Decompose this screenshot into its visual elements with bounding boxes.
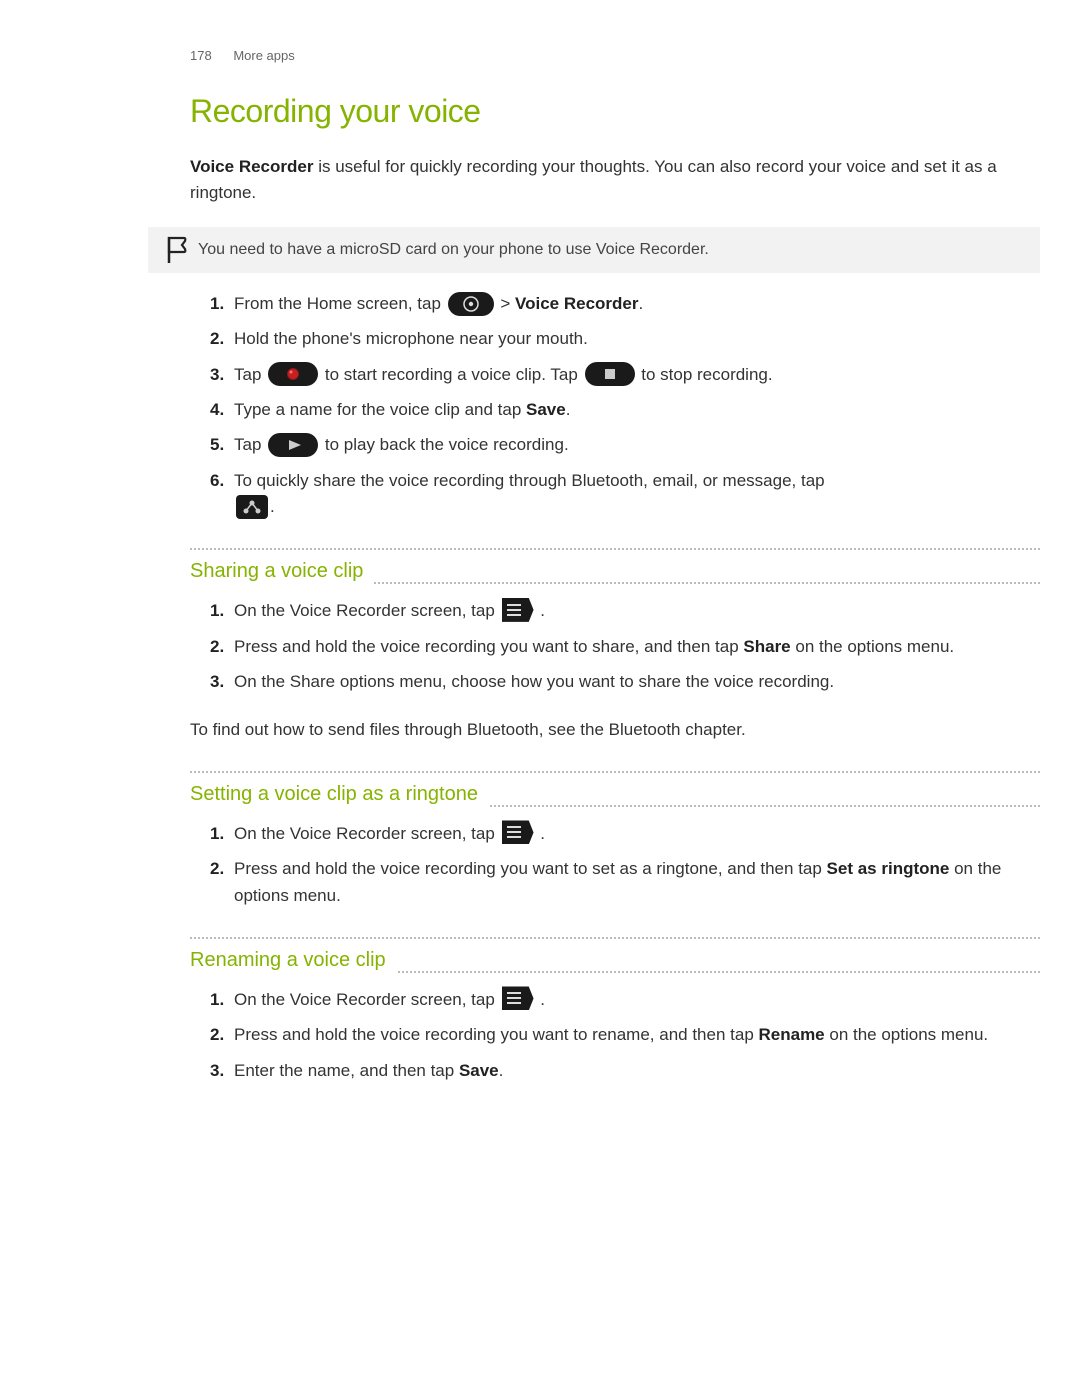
sharing-steps: On the Voice Recorder screen, tap . Pres… <box>190 598 1040 695</box>
record-icon <box>268 362 318 386</box>
flag-icon <box>166 235 188 265</box>
renaming-heading: Renaming a voice clip <box>190 947 396 973</box>
page-number: 178 <box>190 48 212 63</box>
menu-icon <box>502 820 534 844</box>
step-2: Hold the phone's microphone near your mo… <box>234 326 1040 352</box>
apps-grid-icon <box>448 292 494 316</box>
ringtone-heading: Setting a voice clip as a ringtone <box>190 781 488 807</box>
section-sharing: Sharing a voice clip On the Voice Record… <box>190 548 1040 743</box>
note-text: You need to have a microSD card on your … <box>198 241 709 258</box>
document-page: 178 More apps Recording your voice Voice… <box>0 0 1080 1146</box>
sharing-step-2: Press and hold the voice recording you w… <box>234 634 1040 660</box>
menu-icon <box>502 986 534 1010</box>
step-3: Tap to start recording a voice clip. Tap… <box>234 362 1040 388</box>
renaming-step-2: Press and hold the voice recording you w… <box>234 1022 1040 1048</box>
menu-icon <box>502 598 534 622</box>
share-icon <box>236 495 268 519</box>
renaming-step-1: On the Voice Recorder screen, tap . <box>234 987 1040 1013</box>
section-name: More apps <box>233 48 294 63</box>
ringtone-step-1: On the Voice Recorder screen, tap . <box>234 821 1040 847</box>
renaming-step-3: Enter the name, and then tap Save. <box>234 1058 1040 1084</box>
page-title: Recording your voice <box>190 93 1040 130</box>
sharing-heading: Sharing a voice clip <box>190 558 373 584</box>
sharing-step-3: On the Share options menu, choose how yo… <box>234 669 1040 695</box>
step-4: Type a name for the voice clip and tap S… <box>234 397 1040 423</box>
intro-paragraph: Voice Recorder is useful for quickly rec… <box>190 154 1040 205</box>
ringtone-steps: On the Voice Recorder screen, tap . Pres… <box>190 821 1040 909</box>
note-callout: You need to have a microSD card on your … <box>148 227 1040 273</box>
ringtone-step-2: Press and hold the voice recording you w… <box>234 856 1040 909</box>
main-steps-list: From the Home screen, tap > Voice Record… <box>190 291 1040 520</box>
intro-bold: Voice Recorder <box>190 157 313 176</box>
step-1: From the Home screen, tap > Voice Record… <box>234 291 1040 317</box>
renaming-steps: On the Voice Recorder screen, tap . Pres… <box>190 987 1040 1084</box>
sharing-footer: To find out how to send files through Bl… <box>190 717 1040 743</box>
play-icon <box>268 433 318 457</box>
stop-icon <box>585 362 635 386</box>
section-ringtone: Setting a voice clip as a ringtone On th… <box>190 771 1040 909</box>
section-renaming: Renaming a voice clip On the Voice Recor… <box>190 937 1040 1084</box>
page-header: 178 More apps <box>190 48 1040 63</box>
sharing-step-1: On the Voice Recorder screen, tap . <box>234 598 1040 624</box>
step-5: Tap to play back the voice recording. <box>234 432 1040 458</box>
step-6: To quickly share the voice recording thr… <box>234 468 1040 521</box>
